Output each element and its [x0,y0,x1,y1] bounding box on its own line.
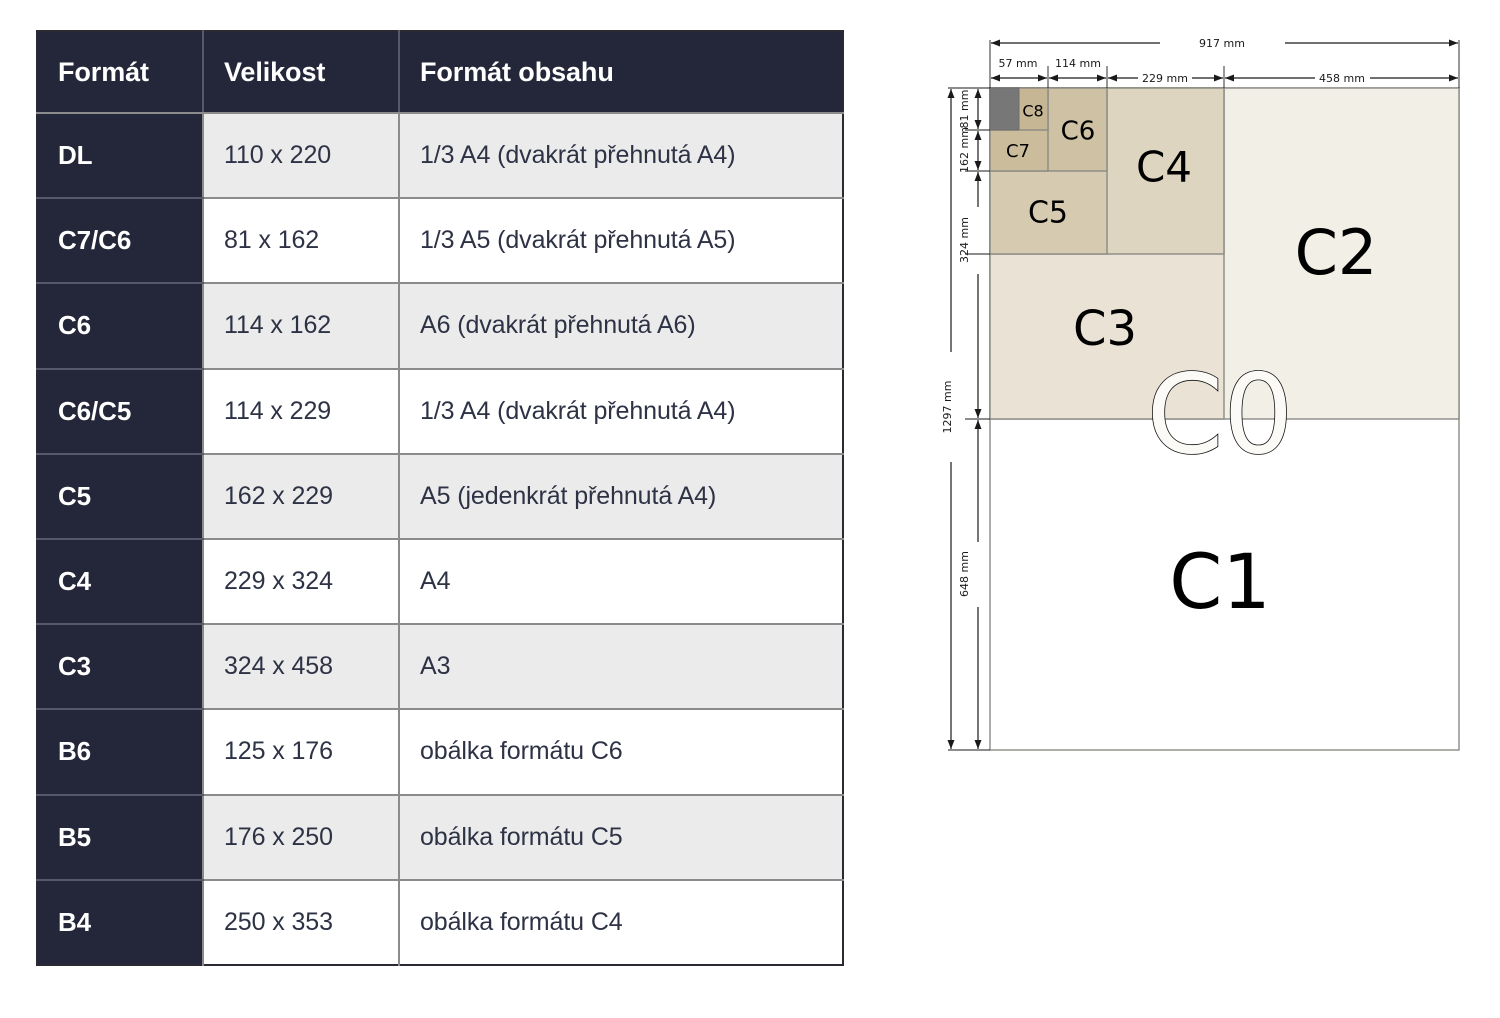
cell-format: C6/C5 [37,369,203,454]
cell-size: 162 x 229 [203,454,399,539]
area-label-c6: C6 [1061,117,1096,147]
area-rect-inner-gray [990,88,1019,130]
dimension-81mm: 81 mm [958,89,978,129]
cell-size: 229 x 324 [203,539,399,624]
cell-content-format: 1/3 A4 (dvakrát přehnutá A4) [399,369,843,454]
area-label-c0: C0 [1147,350,1294,478]
dimension-label-1297mm: 1297 mm [941,381,954,434]
dimension-label-917mm: 917 mm [1199,37,1245,50]
cell-content-format: A6 (dvakrát přehnutá A6) [399,283,843,368]
table-row: DL110 x 2201/3 A4 (dvakrát přehnutá A4) [37,113,843,198]
cell-size: 250 x 353 [203,880,399,965]
cell-format: B4 [37,880,203,965]
cell-format: C4 [37,539,203,624]
cell-content-format: 1/3 A4 (dvakrát přehnutá A4) [399,113,843,198]
dimension-229mm: 229 mm [1108,72,1223,85]
dimension-label-648mm: 648 mm [958,551,971,597]
cell-size: 125 x 176 [203,709,399,794]
cell-format: B5 [37,795,203,880]
dimension-label-324mm: 324 mm [958,217,971,263]
page-root: Formát Velikost Formát obsahu DL110 x 22… [0,0,1500,1018]
area-label-c8: C8 [1022,102,1043,121]
column-header-size: Velikost [203,31,399,113]
cell-size: 110 x 220 [203,113,399,198]
dimension-label-81mm: 81 mm [958,90,971,129]
table-row: C6/C5114 x 2291/3 A4 (dvakrát přehnutá A… [37,369,843,454]
cell-format: DL [37,113,203,198]
area-label-c4: C4 [1136,143,1192,192]
cell-content-format: obálka formátu C5 [399,795,843,880]
dimension-label-114mm: 114 mm [1055,57,1101,70]
cell-content-format: 1/3 A5 (dvakrát přehnutá A5) [399,198,843,283]
area-label-c5: C5 [1028,196,1068,231]
area-label-c7: C7 [1006,141,1030,162]
table-row: B5176 x 250obálka formátu C5 [37,795,843,880]
cell-size: 114 x 162 [203,283,399,368]
table-row: C3324 x 458A3 [37,624,843,709]
dimension-label-162mm: 162 mm [958,127,971,173]
table-row: B4250 x 353obálka formátu C4 [37,880,843,965]
area-label-c3: C3 [1073,301,1137,357]
envelope-format-table: Formát Velikost Formát obsahu DL110 x 22… [36,30,844,966]
cell-content-format: obálka formátu C4 [399,880,843,965]
cell-size: 324 x 458 [203,624,399,709]
column-header-format: Formát [37,31,203,113]
dimension-1297mm: 1297 mm [941,89,954,749]
table-header: Formát Velikost Formát obsahu [37,31,843,113]
dimension-648mm: 648 mm [958,420,978,749]
table-header-row: Formát Velikost Formát obsahu [37,31,843,113]
dimension-57mm: 57 mm [991,57,1047,78]
cell-format: C7/C6 [37,198,203,283]
dimension-917mm: 917 mm [991,37,1458,50]
cell-format: C5 [37,454,203,539]
dimension-162mm: 162 mm [958,127,978,173]
cell-format: C3 [37,624,203,709]
table-row: B6125 x 176obálka formátu C6 [37,709,843,794]
cell-size: 81 x 162 [203,198,399,283]
table-row: C5162 x 229A5 (jedenkrát přehnutá A4) [37,454,843,539]
dimension-114mm: 114 mm [1049,57,1106,78]
cell-content-format: A3 [399,624,843,709]
table-body: DL110 x 2201/3 A4 (dvakrát přehnutá A4)C… [37,113,843,965]
cell-size: 176 x 250 [203,795,399,880]
area-label-c2: C2 [1295,216,1378,289]
dimension-label-57mm: 57 mm [999,57,1038,70]
table-row: C7/C681 x 1621/3 A5 (dvakrát přehnutá A5… [37,198,843,283]
dimension-458mm: 458 mm [1225,72,1458,85]
dimension-extension-lines-left [948,88,990,750]
dimension-label-229mm: 229 mm [1142,72,1188,85]
table-row: C4229 x 324A4 [37,539,843,624]
cell-content-format: A4 [399,539,843,624]
table-row: C6114 x 162A6 (dvakrát přehnutá A6) [37,283,843,368]
c-series-size-diagram: C8 C7 C6 C5 C4 C3 C2 C1 C0 917 mm [930,22,1475,767]
cell-content-format: obálka formátu C6 [399,709,843,794]
column-header-content: Formát obsahu [399,31,843,113]
envelope-format-table-panel: Formát Velikost Formát obsahu DL110 x 22… [36,30,842,968]
area-label-c1: C1 [1169,537,1270,626]
dimension-label-458mm: 458 mm [1319,72,1365,85]
cell-content-format: A5 (jedenkrát přehnutá A4) [399,454,843,539]
dimension-324mm: 324 mm [958,172,978,418]
cell-size: 114 x 229 [203,369,399,454]
cell-format: C6 [37,283,203,368]
cell-format: B6 [37,709,203,794]
